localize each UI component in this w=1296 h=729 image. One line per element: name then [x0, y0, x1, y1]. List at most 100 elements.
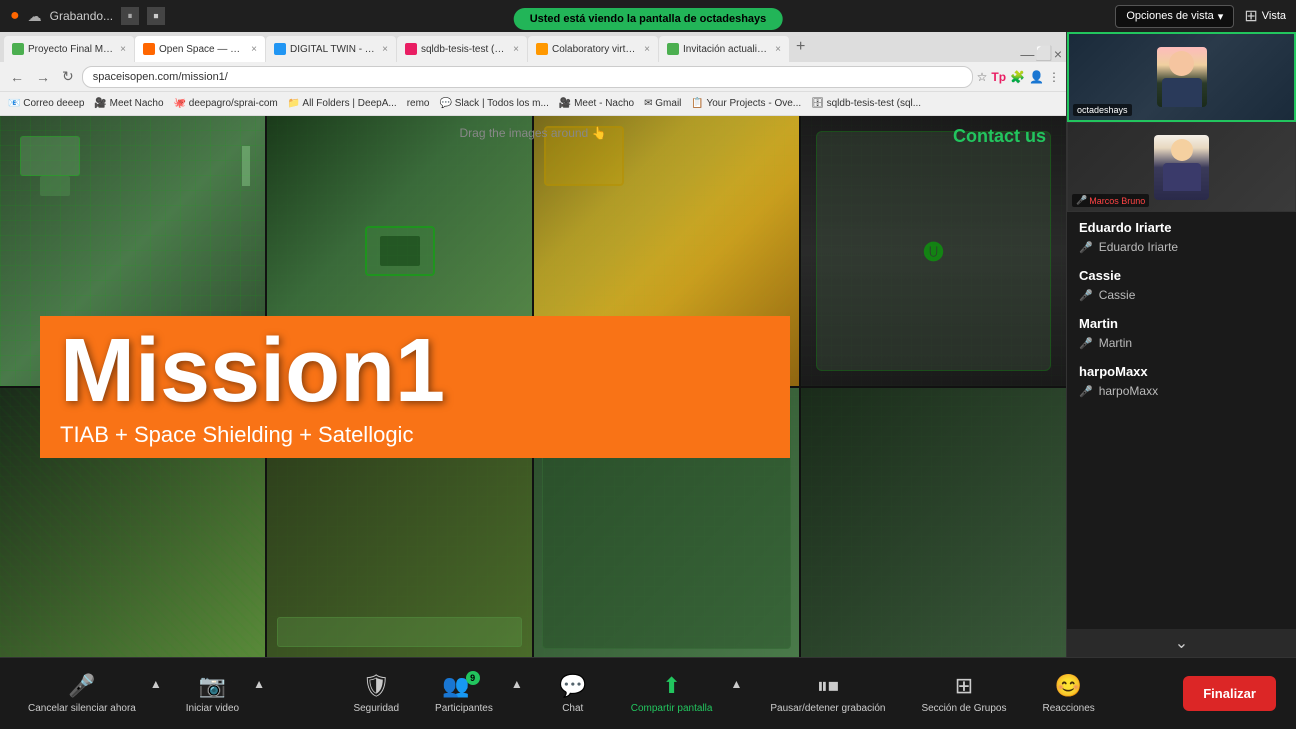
chat-icon: 💬	[559, 673, 586, 699]
tab-favicon-dt	[274, 43, 286, 55]
ext-btn[interactable]: 🧩	[1010, 70, 1025, 84]
person-avatar-2	[1154, 135, 1209, 200]
breakout-btn[interactable]: ⊞ Sección de Grupos	[913, 669, 1014, 718]
record-btn[interactable]: ⏸⏹ Pausar/detener grabación	[762, 669, 893, 718]
screen-content: 🅤	[0, 116, 1066, 657]
tab-proyecto[interactable]: Proyecto Final Me... ×	[4, 36, 134, 62]
participant-main-name-martin: Martin	[1079, 316, 1284, 331]
video-icon: 📷	[199, 673, 226, 699]
browser-nav: ← → ↻ ☆ Tp 🧩 👤 ⋮	[0, 62, 1066, 92]
new-tab-btn[interactable]: +	[790, 38, 811, 56]
mission-title-banner: Mission1 TIAB + Space Shielding + Satell…	[40, 316, 790, 458]
video-btn[interactable]: 📷 Iniciar video	[178, 669, 247, 718]
main-content: Proyecto Final Me... × Open Space — Mi..…	[0, 32, 1296, 657]
participant-label-harpo: harpoMaxx	[1099, 384, 1158, 398]
participants-btn[interactable]: 👥 9 Participantes	[427, 669, 501, 718]
record-icon-toolbar: ⏸⏹	[817, 673, 839, 699]
tab-favicon-sql	[405, 43, 417, 55]
person-head-1	[1169, 51, 1194, 76]
reactions-icon: 😊	[1055, 673, 1082, 699]
video-thumb-octadeshays: octadeshays	[1067, 32, 1296, 122]
video-thumbnails: octadeshays 🎤 Marcos Bruno	[1067, 32, 1296, 212]
tab-sqldb[interactable]: sqldb-tesis-test (sq... ×	[397, 36, 527, 62]
menu-btn[interactable]: ⋮	[1048, 70, 1060, 84]
participants-expand-btn[interactable]: ▲	[511, 677, 523, 691]
tab-digital-twin[interactable]: DIGITAL TWIN - Th... ×	[266, 36, 396, 62]
nav-icons: ☆ Tp 🧩 👤 ⋮	[977, 70, 1060, 84]
share-icon: ⬆	[662, 673, 680, 699]
chevron-down-icon: ⌄	[1175, 633, 1188, 653]
mission-subtitle: TIAB + Space Shielding + Satellogic	[60, 422, 770, 448]
bookmarks-bar: 📧 Correo deeep 🎥 Meet Nacho 🐙 deepagro/s…	[0, 92, 1066, 116]
bookmark-sqldb[interactable]: 🗄 sqldb-tesis-test (sql...	[811, 98, 921, 109]
bookmark-folders[interactable]: 📁 All Folders | DeepA...	[288, 98, 397, 109]
profile-btn[interactable]: 👤	[1029, 70, 1044, 84]
tp-btn[interactable]: Tp	[991, 70, 1006, 84]
browser-tabs: Proyecto Final Me... × Open Space — Mi..…	[0, 32, 1066, 62]
cloud-icon: ☁	[28, 8, 42, 25]
refresh-btn[interactable]: ↻	[58, 66, 78, 87]
tab-favicon-active	[143, 43, 155, 55]
bookmark-projects[interactable]: 📋 Your Projects - Ove...	[691, 98, 801, 109]
participant-main-name-cassie: Cassie	[1079, 268, 1284, 283]
video-name-1: octadeshays	[1073, 104, 1132, 116]
mic-icon-martin: 🎤	[1079, 337, 1093, 350]
mic-icon-eduardo: 🎤	[1079, 241, 1093, 254]
meeting-toolbar: 🎤 Cancelar silenciar ahora ▲ 📷 Iniciar v…	[0, 657, 1296, 729]
participant-item-harpo: 🎤 harpoMaxx	[1079, 382, 1284, 400]
participant-item-cassie: 🎤 Cassie	[1079, 286, 1284, 304]
security-btn[interactable]: 🛡 Seguridad	[345, 669, 407, 718]
participants-icon-group: 👥 9	[442, 673, 485, 699]
bookmark-meet-nacho[interactable]: 🎥 Meet - Nacho	[559, 98, 634, 109]
url-bar[interactable]	[82, 66, 973, 88]
reactions-btn[interactable]: 😊 Reacciones	[1035, 669, 1103, 718]
video-expand-btn[interactable]: ▲	[253, 677, 265, 691]
mute-expand-btn[interactable]: ▲	[150, 677, 162, 691]
chat-btn[interactable]: 💬 Chat	[543, 669, 603, 718]
security-icon: 🛡	[362, 673, 390, 699]
video-thumb-marcos: 🎤 Marcos Bruno	[1067, 122, 1296, 212]
scroll-down-btn[interactable]: ⌄	[1067, 629, 1296, 657]
top-bar: ● ☁ Grabando... ⏸ ⏹ Usted está viendo la…	[0, 0, 1296, 32]
end-call-btn[interactable]: Finalizar	[1183, 676, 1276, 711]
maximize-btn[interactable]: ⬜	[1035, 45, 1052, 62]
mission-page: 🅤	[0, 116, 1066, 657]
participant-item-eduardo: 🎤 Eduardo Iriarte	[1079, 238, 1284, 256]
view-options-btn[interactable]: Opciones de vista ▾	[1115, 5, 1234, 28]
tab-invitacion[interactable]: Invitación actualiz... ×	[659, 36, 789, 62]
person-head-2	[1171, 139, 1193, 161]
participant-group-martin: Martin 🎤 Martin	[1079, 316, 1284, 352]
bookmark-remo[interactable]: remo	[407, 98, 430, 109]
mission-title: Mission1	[60, 326, 770, 416]
participants-count: 9	[466, 671, 480, 685]
forward-btn[interactable]: →	[32, 67, 54, 87]
toolbar-right: Finalizar	[1183, 676, 1276, 711]
mission-overlay: Mission1 TIAB + Space Shielding + Satell…	[0, 116, 1066, 657]
person-avatar-1	[1157, 47, 1207, 107]
top-right-controls: Opciones de vista ▾ ⊞ Vista	[1115, 5, 1286, 28]
back-btn[interactable]: ←	[6, 67, 28, 87]
share-expand-btn[interactable]: ▲	[730, 677, 742, 691]
screen-area: Proyecto Final Me... × Open Space — Mi..…	[0, 32, 1066, 657]
stop-recording-btn[interactable]: ⏹	[147, 7, 165, 25]
bookmark-gmail[interactable]: ✉ Gmail	[644, 98, 681, 109]
pause-recording-btn[interactable]: ⏸	[121, 7, 139, 25]
bookmark-github[interactable]: 🐙 deepagro/sprai-com	[174, 98, 278, 109]
bookmark-meet[interactable]: 🎥 Meet Nacho	[94, 98, 163, 109]
bookmark-slack[interactable]: 💬 Slack | Todos los m...	[440, 98, 549, 109]
close-btn[interactable]: ×	[1054, 46, 1062, 62]
participant-label-cassie: Cassie	[1099, 288, 1136, 302]
tab-openspace[interactable]: Open Space — Mi... ×	[135, 36, 265, 62]
share-screen-btn[interactable]: ⬆ Compartir pantalla	[623, 669, 721, 718]
bookmark-correo[interactable]: 📧 Correo deeep	[8, 98, 84, 109]
participant-group-eduardo: Eduardo Iriarte 🎤 Eduardo Iriarte	[1079, 220, 1284, 256]
tab-colab[interactable]: Colaboratory virtu... ×	[528, 36, 658, 62]
person-body-1	[1162, 78, 1202, 107]
mute-btn[interactable]: 🎤 Cancelar silenciar ahora	[20, 669, 144, 718]
minimize-btn[interactable]: —	[1020, 46, 1034, 62]
participants-btn-wrapper: 👥 9 Participantes	[427, 669, 501, 718]
participants-list[interactable]: Eduardo Iriarte 🎤 Eduardo Iriarte Cassie…	[1067, 212, 1296, 629]
mute-icon: 🎤	[68, 673, 95, 699]
star-btn[interactable]: ☆	[977, 70, 988, 84]
video-name-2: 🎤 Marcos Bruno	[1072, 194, 1149, 207]
